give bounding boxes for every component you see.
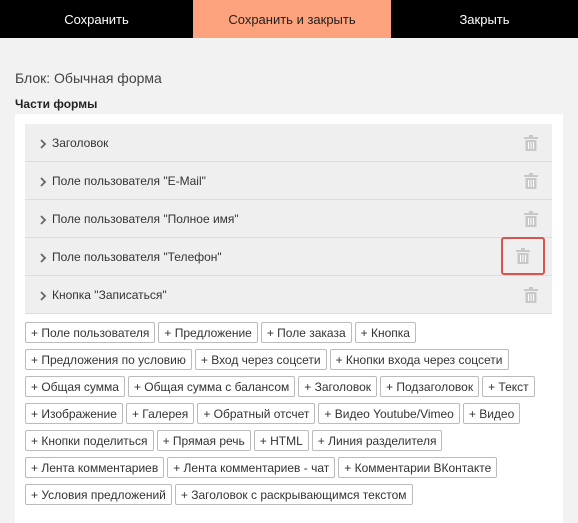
save-and-close-button[interactable]: Сохранить и закрыть xyxy=(193,0,391,38)
chevron-right-icon[interactable] xyxy=(39,214,47,225)
add-comments-feed-button[interactable]: + Лента комментариев xyxy=(25,457,165,478)
chevron-right-icon[interactable] xyxy=(39,252,47,263)
add-comments-chat-button[interactable]: + Лента комментариев - чат xyxy=(167,457,336,478)
add-image-button[interactable]: + Изображение xyxy=(25,403,123,424)
add-vk-comments-button[interactable]: + Комментарии ВКонтакте xyxy=(338,457,498,478)
section-title: Части формы xyxy=(15,97,98,111)
form-parts-list: Заголовок Поле пользователя "E-Mail" Пол… xyxy=(25,124,552,314)
add-conditional-offers-button[interactable]: + Предложения по условию xyxy=(25,349,192,370)
add-gallery-button[interactable]: + Галерея xyxy=(125,403,195,424)
trash-icon[interactable] xyxy=(501,237,545,275)
add-text-button[interactable]: + Текст xyxy=(482,376,535,397)
form-part-label: Поле пользователя "E-Mail" xyxy=(52,173,206,188)
trash-icon[interactable] xyxy=(522,134,540,152)
add-divider-button[interactable]: + Линия разделителя xyxy=(311,430,443,451)
add-social-login-buttons-button[interactable]: + Кнопки входа через соцсети xyxy=(329,349,509,370)
chevron-right-icon[interactable] xyxy=(39,138,47,149)
add-buttons-row: + Поле пользователя + Предложение + Поле… xyxy=(25,322,555,349)
save-button[interactable]: Сохранить xyxy=(0,0,193,38)
add-countdown-button[interactable]: + Обратный отсчет xyxy=(197,403,316,424)
add-buttons-row: + Общая сумма + Общая сумма с балансом +… xyxy=(25,376,555,403)
form-part-row[interactable]: Поле пользователя "Полное имя" xyxy=(25,200,552,238)
close-button[interactable]: Закрыть xyxy=(391,0,578,38)
form-part-label: Поле пользователя "Полное имя" xyxy=(52,211,239,226)
add-heading-button[interactable]: + Заголовок xyxy=(298,376,378,397)
top-toolbar: Сохранить Сохранить и закрыть Закрыть xyxy=(0,0,578,38)
add-buttons-row: + Условия предложений + Заголовок с раск… xyxy=(25,484,555,511)
form-part-label: Кнопка "Записаться" xyxy=(52,287,167,302)
chevron-right-icon[interactable] xyxy=(39,290,47,301)
form-part-row[interactable]: Кнопка "Записаться" xyxy=(25,276,552,314)
form-part-label: Заголовок xyxy=(52,135,109,150)
trash-icon[interactable] xyxy=(522,286,540,304)
add-expandable-heading-button[interactable]: + Заголовок с раскрывающимся текстом xyxy=(174,484,413,505)
add-buttons-row: + Предложения по условию + Вход через со… xyxy=(25,349,555,376)
chevron-right-icon[interactable] xyxy=(39,176,47,187)
add-buttons-row: + Лента комментариев + Лента комментарие… xyxy=(25,457,555,484)
add-button-button[interactable]: + Кнопка xyxy=(354,322,416,343)
form-part-row[interactable]: Заголовок xyxy=(25,124,552,162)
form-part-row[interactable]: Поле пользователя "Телефон" xyxy=(25,237,552,276)
add-video-button[interactable]: + Видео xyxy=(462,403,521,424)
add-user-field-button[interactable]: + Поле пользователя xyxy=(25,322,156,343)
trash-icon[interactable] xyxy=(522,172,540,190)
form-parts-panel: Заголовок Поле пользователя "E-Mail" Пол… xyxy=(15,114,563,523)
add-offer-conditions-button[interactable]: + Условия предложений xyxy=(25,484,172,505)
add-buttons-row: + Изображение + Галерея + Обратный отсче… xyxy=(25,403,555,430)
add-part-buttons: + Поле пользователя + Предложение + Поле… xyxy=(25,322,555,511)
add-total-button[interactable]: + Общая сумма xyxy=(25,376,125,397)
add-buttons-row: + Кнопки поделиться + Прямая речь + HTML… xyxy=(25,430,555,457)
add-order-field-button[interactable]: + Поле заказа xyxy=(260,322,352,343)
add-offer-button[interactable]: + Предложение xyxy=(158,322,258,343)
add-quote-button[interactable]: + Прямая речь xyxy=(156,430,251,451)
add-subheading-button[interactable]: + Подзаголовок xyxy=(380,376,480,397)
add-social-login-button[interactable]: + Вход через соцсети xyxy=(194,349,327,370)
add-total-with-balance-button[interactable]: + Общая сумма с балансом xyxy=(127,376,296,397)
add-youtube-vimeo-button[interactable]: + Видео Youtube/Vimeo xyxy=(318,403,460,424)
trash-icon[interactable] xyxy=(522,210,540,228)
add-share-buttons-button[interactable]: + Кнопки поделиться xyxy=(25,430,154,451)
block-title: Блок: Обычная форма xyxy=(15,70,162,86)
form-part-row[interactable]: Поле пользователя "E-Mail" xyxy=(25,162,552,200)
form-part-label: Поле пользователя "Телефон" xyxy=(52,249,222,264)
add-html-button[interactable]: + HTML xyxy=(253,430,309,451)
